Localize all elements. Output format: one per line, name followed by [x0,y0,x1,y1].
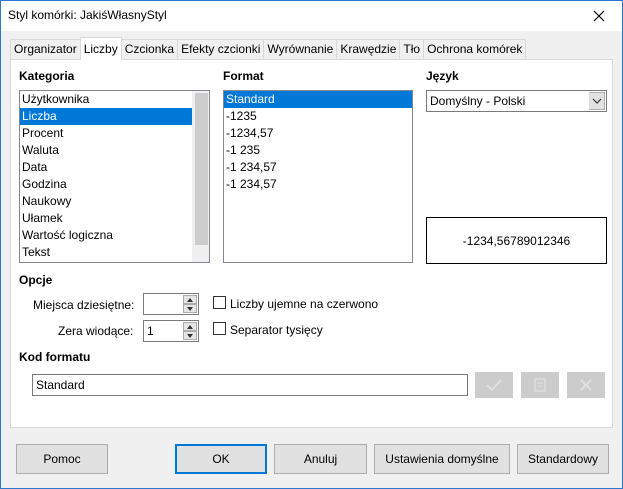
spin-down-button[interactable] [183,304,197,313]
ok-button-label: OK [212,452,230,466]
reset-defaults-button[interactable]: Ustawienia domyślne [374,444,510,474]
chevron-down-icon [592,98,602,104]
tab-font-effects[interactable]: Efekty czcionki [177,39,265,60]
title-bar: Styl komórki: JakiśWłasnyStyl [1,1,622,31]
format-code-input[interactable]: Standard [32,374,468,396]
list-item[interactable]: Data [20,159,192,176]
tab-font[interactable]: Czcionka [120,39,179,60]
format-label: Format [223,69,264,83]
list-item[interactable]: -1 234,57 [224,159,412,176]
list-item[interactable]: Użytkownika [20,91,192,108]
format-code-label: Kod formatu [19,350,91,364]
tab-numbers[interactable]: Liczby [79,37,122,60]
tab-cell-protection[interactable]: Ochrona komórek [423,39,527,60]
tab-bar: Organizator Liczby Czcionka Efekty czcio… [10,37,527,60]
tab-background[interactable]: Tło [399,39,425,60]
list-item[interactable]: Tekst [20,244,192,261]
negative-red-checkbox[interactable] [213,296,226,309]
arrow-down-icon [187,306,193,311]
list-item[interactable]: Wartość logiczna [20,227,192,244]
comment-icon [534,378,546,392]
reset-defaults-button-label: Ustawienia domyślne [385,452,499,466]
dropdown-button[interactable] [589,92,605,110]
category-list[interactable]: Użytkownika Liczba Procent Waluta Data G… [19,90,210,263]
language-label: Język [426,69,459,83]
list-item[interactable]: Liczba [20,108,192,125]
list-item[interactable]: -1 234,57 [224,176,412,193]
dialog-window: Styl komórki: JakiśWłasnyStyl Organizato… [0,0,623,489]
list-item[interactable]: Ułamek [20,210,192,227]
scrollbar-thumb[interactable] [195,93,208,245]
options-label: Opcje [19,273,53,287]
list-item[interactable]: -1234,57 [224,125,412,142]
language-dropdown[interactable]: Domyślny - Polski [426,90,607,112]
list-item[interactable]: -1235 [224,108,412,125]
format-preview: -1234,56789012346 [426,217,607,264]
list-item[interactable]: Procent [20,125,192,142]
tab-borders[interactable]: Krawędzie [336,39,401,60]
format-code-value: Standard [36,378,85,392]
cancel-button-label: Anuluj [303,452,338,466]
decimal-places-spinner[interactable] [143,293,199,315]
arrow-down-icon [187,333,193,338]
list-item[interactable]: Godzina [20,176,192,193]
help-button[interactable]: Pomoc [16,444,108,474]
checkmark-icon [486,379,502,391]
help-button-label: Pomoc [43,452,81,466]
thousands-separator-checkbox[interactable] [213,322,226,335]
negative-red-label[interactable]: Liczby ujemne na czerwono [230,297,378,311]
leading-zeros-label: Zera wiodące: [58,324,134,338]
arrow-up-icon [187,297,193,302]
category-label: Kategoria [19,69,75,83]
list-item[interactable]: Standard [224,91,412,108]
ok-button[interactable]: OK [175,444,267,474]
close-icon [593,10,605,22]
add-comment-button[interactable] [521,372,559,398]
spin-down-button[interactable] [183,331,197,340]
list-item[interactable]: Waluta [20,142,192,159]
spin-up-button[interactable] [183,295,197,304]
window-title: Styl komórki: JakiśWłasnyStyl [8,8,167,22]
list-item[interactable]: -1 235 [224,142,412,159]
spin-up-button[interactable] [183,322,197,331]
thousands-separator-label[interactable]: Separator tysięcy [230,323,323,337]
delete-icon [580,379,592,391]
tab-panel-numbers: Kategoria Użytkownika Liczba Procent Wal… [10,59,613,428]
cancel-button[interactable]: Anuluj [274,444,367,474]
tab-organizer[interactable]: Organizator [10,39,81,60]
list-item[interactable]: Naukowy [20,193,192,210]
standard-button[interactable]: Standardowy [517,444,609,474]
format-list[interactable]: Standard -1235 -1234,57 -1 235 -1 234,57… [223,90,413,263]
arrow-up-icon [187,324,193,329]
leading-zeros-value: 1 [147,324,154,338]
category-scrollbar[interactable] [192,91,209,262]
leading-zeros-spinner[interactable]: 1 [143,320,199,342]
tab-alignment[interactable]: Wyrównanie [263,39,338,60]
delete-format-button[interactable] [567,372,605,398]
accept-format-button[interactable] [475,372,513,398]
language-value: Domyślny - Polski [430,94,526,108]
decimal-places-label: Miejsca dziesiętne: [33,298,135,312]
close-button[interactable] [576,1,622,31]
standard-button-label: Standardowy [527,452,599,466]
